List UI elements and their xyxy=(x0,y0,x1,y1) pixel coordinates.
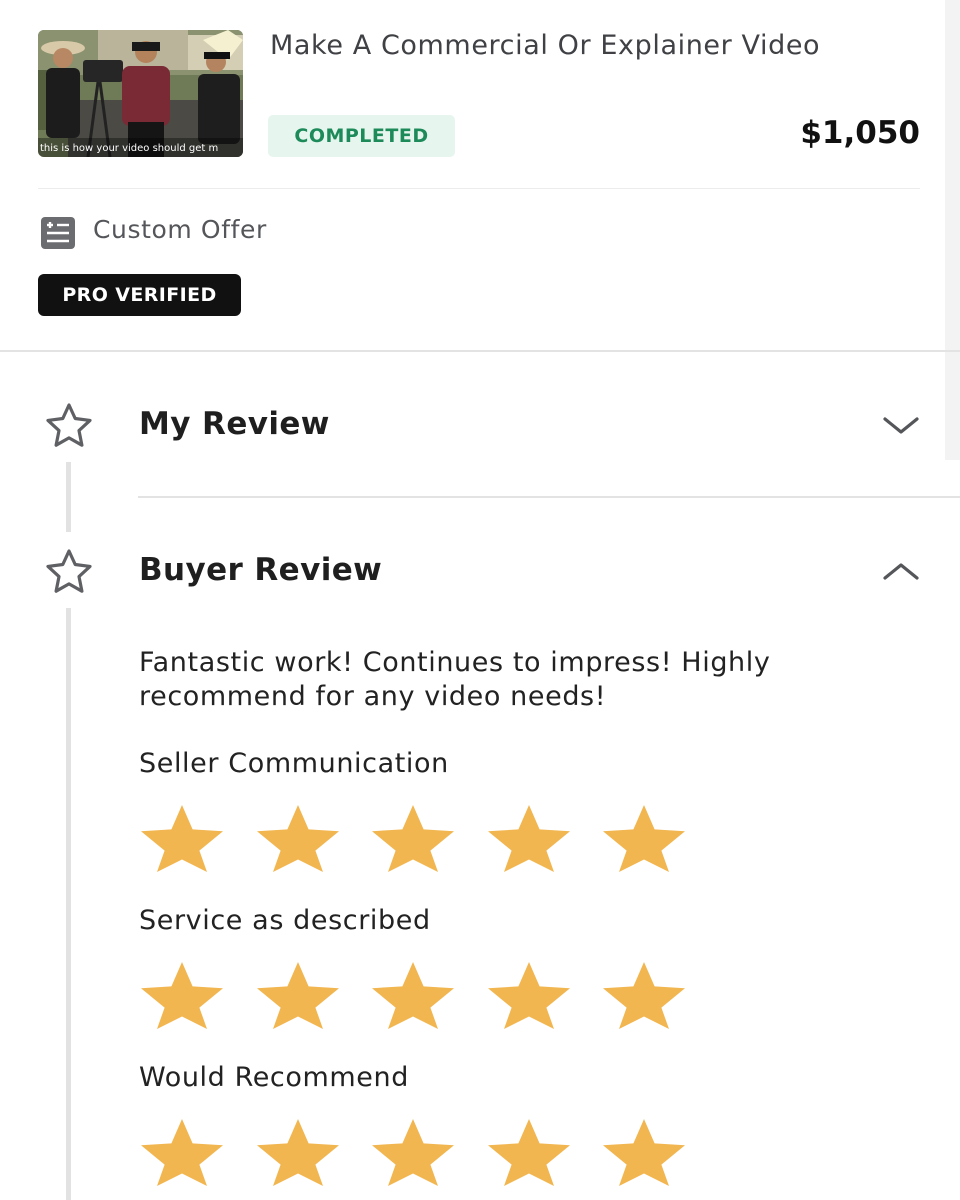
rating-label-would-recommend: Would Recommend xyxy=(139,1062,409,1093)
section-divider xyxy=(0,350,960,352)
star-filled-icon xyxy=(256,805,339,872)
chevron-down-icon[interactable] xyxy=(882,413,920,441)
rating-label-seller-communication: Seller Communication xyxy=(139,748,449,779)
buyer-review-title[interactable]: Buyer Review xyxy=(139,552,382,588)
star-outline-icon xyxy=(43,548,95,598)
order-price: $1,050 xyxy=(800,115,920,151)
gig-thumbnail-image: this is how your video should get m xyxy=(38,30,243,157)
star-filled-icon xyxy=(487,962,570,1029)
rating-stars-would-recommend xyxy=(137,1117,697,1189)
divider xyxy=(38,188,920,189)
timeline-line xyxy=(66,608,71,1200)
star-filled-icon xyxy=(603,805,685,872)
offer-document-icon xyxy=(40,216,76,254)
star-filled-icon xyxy=(141,1119,223,1186)
star-filled-icon xyxy=(372,805,454,872)
star-filled-icon xyxy=(603,1119,685,1186)
thumbnail-caption: this is how your video should get m xyxy=(40,143,218,154)
star-filled-icon xyxy=(141,962,223,1029)
star-filled-icon xyxy=(372,962,454,1029)
star-filled-icon xyxy=(603,962,685,1029)
rating-label-service-as-described: Service as described xyxy=(139,905,431,936)
star-filled-icon xyxy=(487,1119,570,1186)
gig-thumbnail[interactable]: this is how your video should get m xyxy=(38,30,243,157)
rating-stars-seller-communication xyxy=(137,803,697,875)
divider xyxy=(138,496,960,498)
chevron-up-icon[interactable] xyxy=(882,559,920,587)
star-filled-icon xyxy=(487,805,570,872)
gig-title[interactable]: Make A Commercial Or Explainer Video xyxy=(270,30,820,61)
rating-stars-service-as-described xyxy=(137,960,697,1032)
status-badge: COMPLETED xyxy=(268,115,455,157)
pro-verified-badge: PRO VERIFIED xyxy=(38,274,241,316)
offer-type-label: Custom Offer xyxy=(93,215,267,244)
star-outline-icon xyxy=(43,402,95,452)
timeline-line xyxy=(66,462,71,532)
my-review-title[interactable]: My Review xyxy=(139,406,330,442)
buyer-review-text: Fantastic work! Continues to impress! Hi… xyxy=(139,647,771,712)
star-filled-icon xyxy=(256,1119,339,1186)
star-filled-icon xyxy=(141,805,223,872)
star-filled-icon xyxy=(372,1119,454,1186)
star-filled-icon xyxy=(256,962,339,1029)
order-card[interactable]: this is how your video should get m Make… xyxy=(0,0,960,350)
